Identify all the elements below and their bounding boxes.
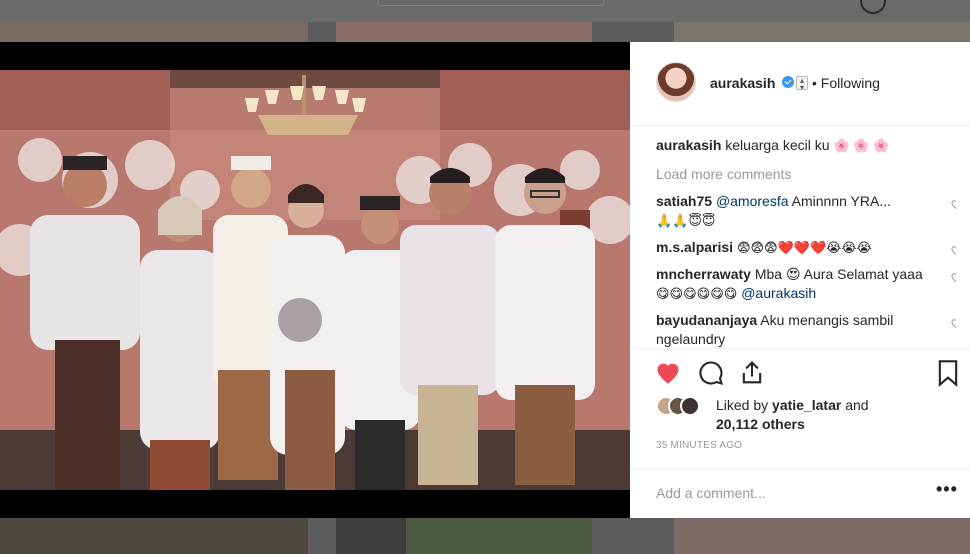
verified-badge-icon: [782, 76, 794, 88]
comment-like-heart-icon[interactable]: [950, 317, 956, 329]
caption-emoji: 🌸 🌸 🌸: [833, 138, 890, 153]
comment-emoji: 🙏🙏😇😇: [656, 213, 716, 228]
comment-like-heart-icon[interactable]: [950, 271, 956, 283]
add-comment-input[interactable]: Add a comment...: [656, 485, 916, 501]
likes-text: Liked by yatie_latar and 20,112 others: [716, 396, 956, 434]
comments-list: aurakasih keluarga kecil ku 🌸 🌸 🌸 Load m…: [656, 136, 956, 348]
feed-thumbnail[interactable]: [0, 22, 308, 42]
post-timestamp[interactable]: 35 MINUTES AGO: [656, 440, 742, 451]
comment-mention[interactable]: @aurakasih: [741, 285, 816, 301]
caption: aurakasih keluarga kecil ku 🌸 🌸 🌸: [656, 136, 956, 155]
comment-emoji: 😋😋😋😋😋😋: [656, 286, 738, 301]
comment-item: bayudananjaya Aku menangis sambil ngelau…: [656, 311, 956, 348]
feed-thumbnail[interactable]: [674, 22, 970, 42]
comment-mention[interactable]: @amoresfa: [716, 193, 789, 209]
following-button[interactable]: • Following: [812, 75, 880, 91]
caption-username[interactable]: aurakasih: [656, 137, 721, 153]
comment-like-heart-icon[interactable]: [950, 244, 956, 256]
comment-item: mncherrawaty Mba 😍 Aura Selamat yaaa 😋😋😋…: [656, 265, 956, 303]
comment-username[interactable]: mncherrawaty: [656, 266, 751, 282]
bookmark-icon[interactable]: [934, 359, 962, 387]
likes-prefix: Liked by: [716, 397, 769, 413]
comment-bubble-icon[interactable]: [697, 359, 725, 387]
post-sidebar: aurakasih ▴ ▾ • Following aurakasih kelua…: [630, 42, 970, 518]
author-username[interactable]: aurakasih: [710, 75, 775, 91]
comment-username[interactable]: satiah75: [656, 193, 712, 209]
more-options-icon[interactable]: •••: [936, 479, 958, 500]
share-icon[interactable]: [738, 359, 766, 387]
heart-filled-icon[interactable]: [654, 359, 682, 387]
search-box[interactable]: [378, 0, 604, 6]
action-bar: [630, 348, 970, 402]
comment-text: Aminnnn YRA...: [791, 193, 891, 209]
photo-pane: [0, 42, 630, 518]
comment-item: m.s.alparisi 😨😨😨❤️❤️❤️😭😭😭: [656, 238, 956, 257]
likes-count-button[interactable]: 20,112 others: [716, 416, 805, 432]
add-comment-bar: Add a comment... •••: [630, 468, 970, 518]
family-photo-illustration: [0, 70, 630, 490]
liker-avatars[interactable]: [656, 396, 712, 418]
comment-username[interactable]: bayudananjaya: [656, 312, 757, 328]
comment-item: satiah75 @amoresfa Aminnnn YRA... 🙏🙏😇😇: [656, 192, 956, 230]
comment-emoji: 😨😨😨❤️❤️❤️😭😭😭: [736, 240, 872, 255]
post-modal: aurakasih ▴ ▾ • Following aurakasih kelua…: [0, 42, 970, 518]
load-more-comments-button[interactable]: Load more comments: [656, 165, 956, 184]
feed-thumbnail[interactable]: [674, 518, 970, 554]
chevron-up-down-icon[interactable]: ▴ ▾: [796, 76, 808, 92]
feed-thumbnail[interactable]: [336, 22, 592, 42]
comment-text: Mba 😍 Aura Selamat yaaa: [754, 266, 923, 282]
feed-thumbnail[interactable]: [0, 518, 308, 554]
author-avatar[interactable]: [656, 62, 696, 102]
likes-and: and: [845, 397, 869, 413]
comment-username[interactable]: m.s.alparisi: [656, 239, 733, 255]
feed-thumbnail[interactable]: [406, 518, 592, 554]
feed-thumbnail[interactable]: [336, 518, 406, 554]
avatar[interactable]: [680, 396, 700, 416]
post-photo[interactable]: [0, 70, 630, 490]
comment-like-heart-icon[interactable]: [950, 198, 956, 210]
liker-username[interactable]: yatie_latar: [772, 397, 841, 413]
caption-text: keluarga kecil ku: [725, 137, 830, 153]
post-header: aurakasih ▴ ▾ • Following: [630, 42, 970, 126]
